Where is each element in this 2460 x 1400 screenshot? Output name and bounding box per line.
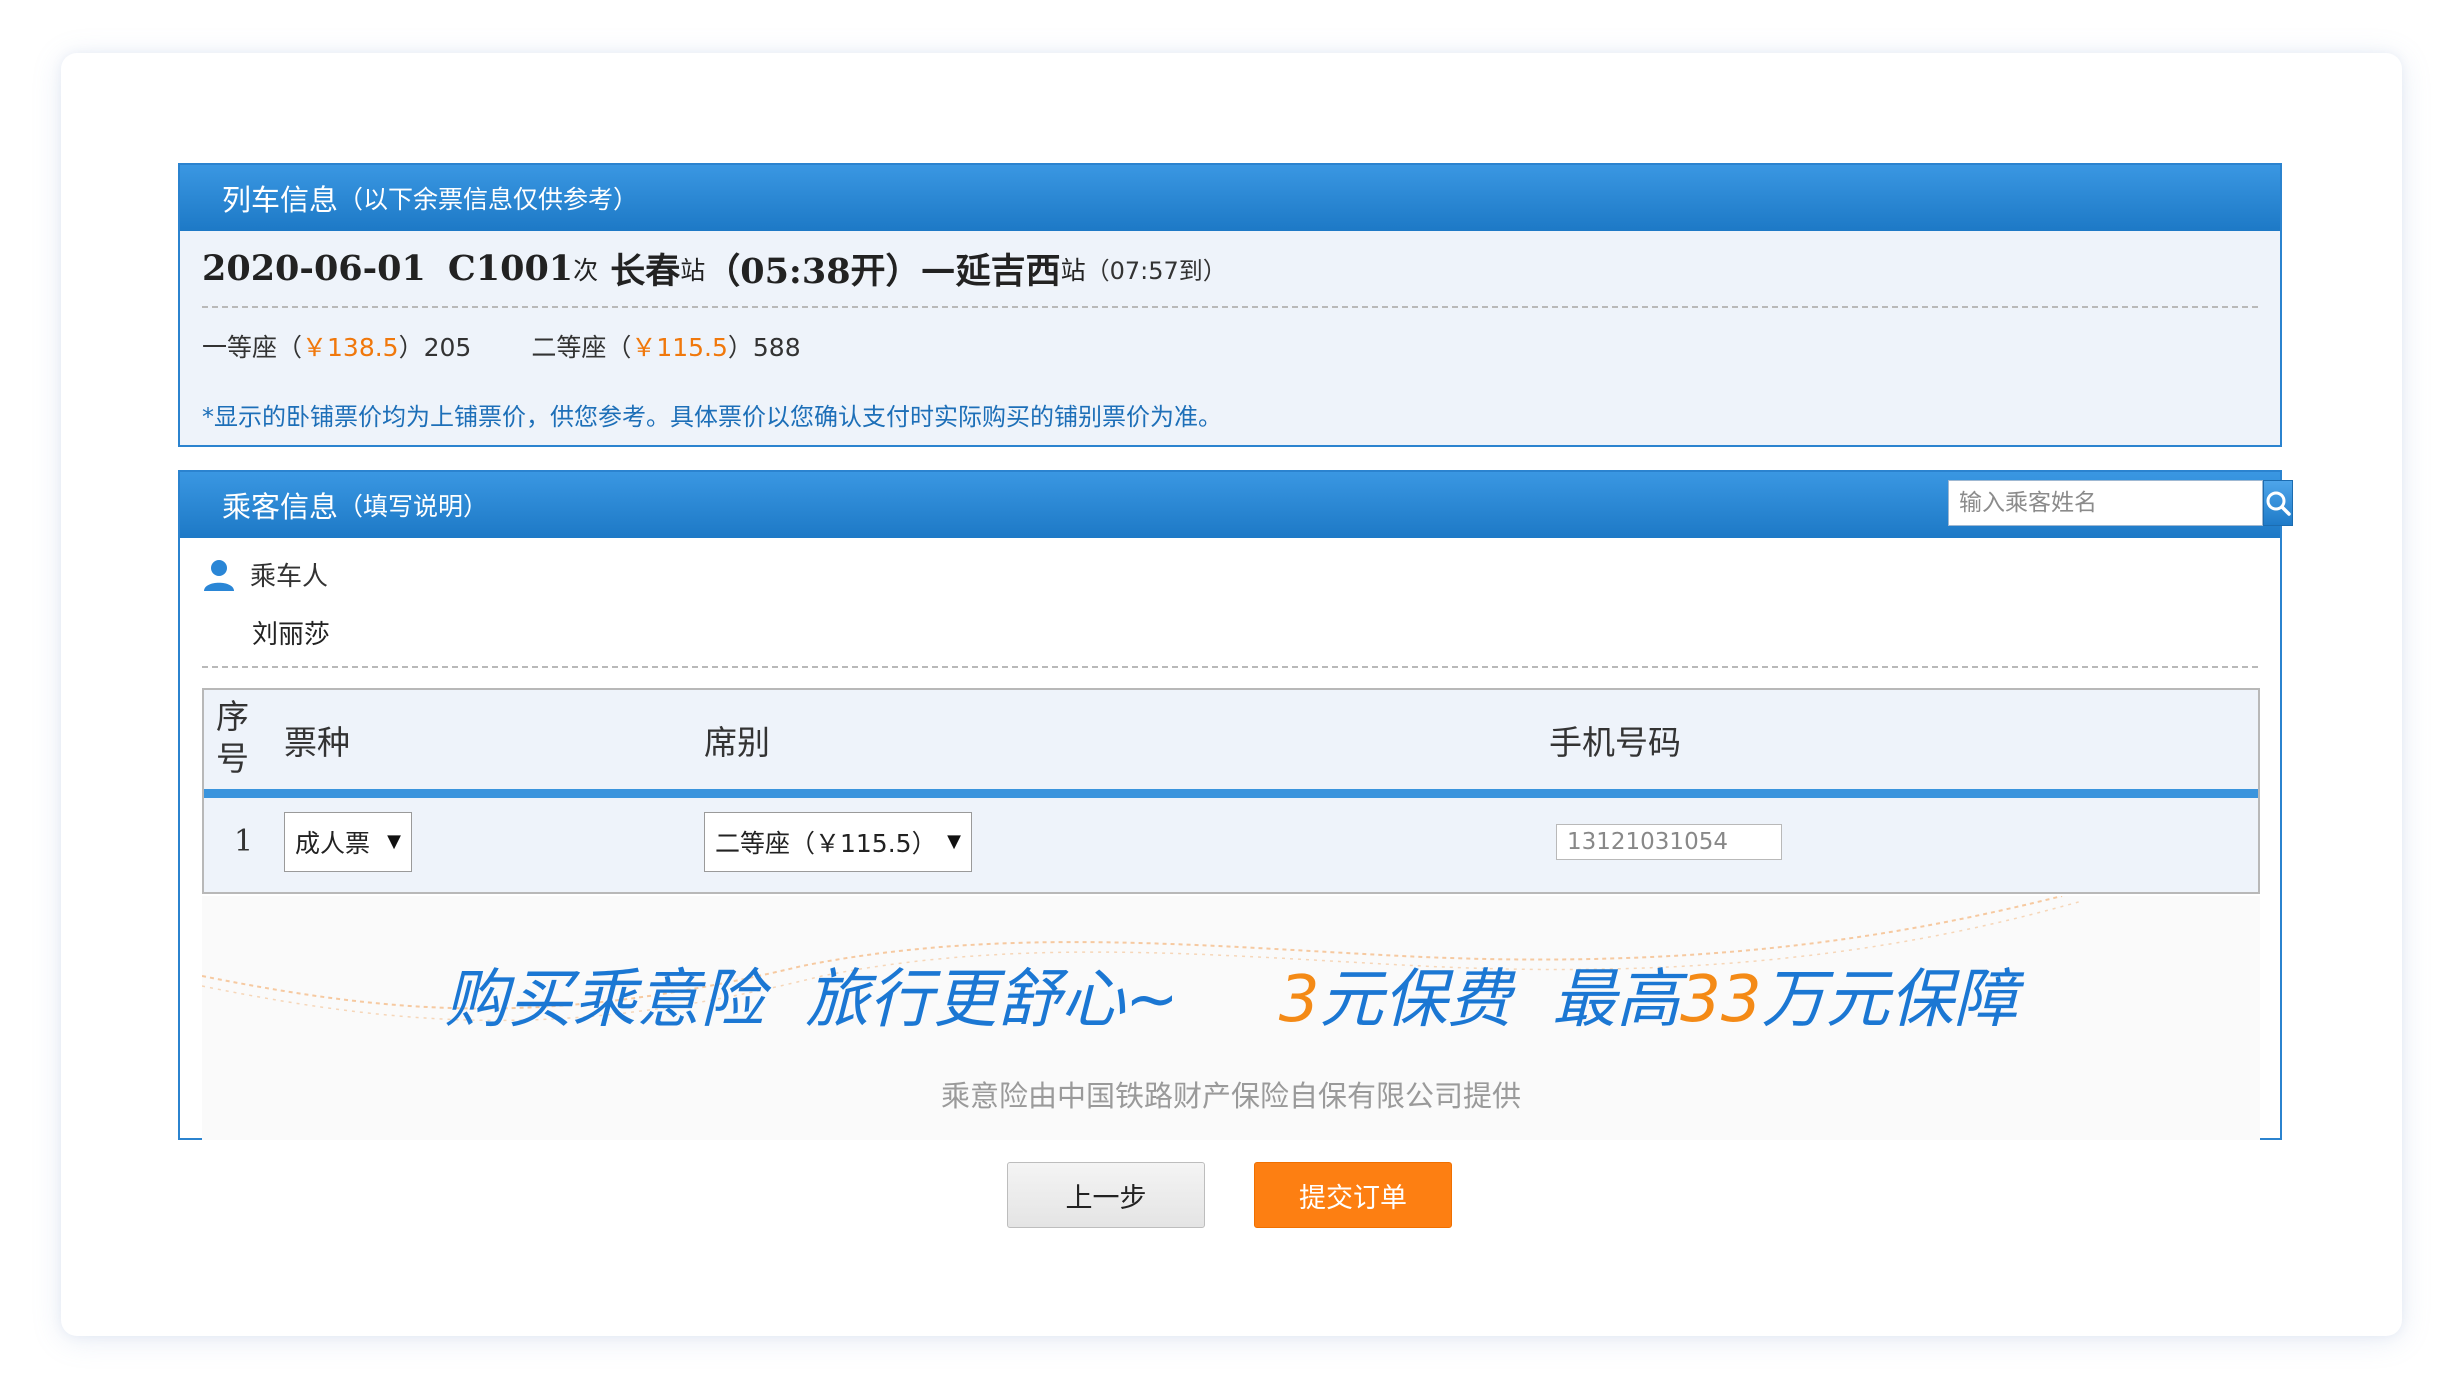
phone-field[interactable]: 13121031054 bbox=[1556, 823, 1782, 860]
passenger-info-header: 乘客信息 （填写说明） bbox=[180, 472, 2293, 538]
seat-first-class: 一等座（￥138.5）205 bbox=[202, 328, 471, 364]
passenger-info-title: 乘客信息 bbox=[222, 490, 339, 524]
seat-availability: 一等座（￥138.5）205 二等座（￥115.5）588 bbox=[202, 308, 2258, 384]
seat-class-value: 二等座（￥115.5） bbox=[715, 828, 937, 858]
header-ticket-type: 票种 bbox=[284, 722, 350, 762]
header-phone: 手机号码 bbox=[1549, 722, 1681, 762]
from-station: 长春 bbox=[610, 251, 681, 292]
train-suffix: 次 bbox=[573, 255, 599, 285]
user-icon bbox=[204, 559, 234, 591]
riders-label: 乘车人 bbox=[250, 562, 329, 592]
to-station: 延吉西 bbox=[955, 251, 1061, 292]
table-row: 1 成人票 ▼ 二等座（￥115.5） ▼ 13121031054 bbox=[204, 798, 2258, 885]
train-info-header: 列车信息 （以下余票信息仅供参考） bbox=[180, 165, 2280, 231]
rider-checkbox-liulisha[interactable]: 刘丽莎 bbox=[252, 614, 330, 651]
insurance-slogan: 购买乘意险 旅行更舒心~ 3元保费 最高33万元保障 bbox=[202, 948, 2260, 1040]
row-index: 1 bbox=[234, 824, 254, 859]
train-info-subtitle: （以下余票信息仅供参考） bbox=[338, 185, 639, 214]
header-seat-class: 席别 bbox=[704, 722, 770, 762]
passenger-search bbox=[1948, 480, 2293, 526]
seat-count: ）205 bbox=[398, 333, 472, 362]
header-index: 序号 bbox=[216, 697, 249, 778]
train-summary: 2020-06-01 C1001 次 长春 站 （05:38开） — 延吉西 站… bbox=[202, 231, 2258, 308]
depart-time: （05:38开） bbox=[705, 251, 921, 292]
seat-price: ￥115.5 bbox=[631, 333, 728, 362]
passenger-search-input[interactable] bbox=[1948, 480, 2263, 526]
slogan-number: 33 bbox=[1680, 963, 1762, 1037]
submit-order-button[interactable]: 提交订单 bbox=[1254, 1162, 1452, 1228]
price-note: *显示的卧铺票价均为上铺票价，供您参考。具体票价以您确认支付时实际购买的铺别票价… bbox=[202, 402, 1222, 431]
train-number: C1001 bbox=[447, 248, 574, 289]
riders-section: 乘车人 刘丽莎 bbox=[202, 538, 2258, 668]
to-station-suffix: 站 bbox=[1060, 255, 1086, 285]
passenger-info-panel: 乘客信息 （填写说明） 乘车人 刘丽莎 序号 票种 席别 手 bbox=[178, 470, 2293, 1140]
train-info-panel: 列车信息 （以下余票信息仅供参考） 2020-06-01 C1001 次 长春 … bbox=[178, 163, 2282, 447]
route-dash: — bbox=[920, 248, 956, 289]
search-icon bbox=[2266, 491, 2291, 516]
insurance-provider: 乘意险由中国铁路财产保险自保有限公司提供 bbox=[940, 1079, 1521, 1113]
passenger-table: 序号 票种 席别 手机号码 1 成人票 ▼ 二等座（￥115.5） ▼ 1312… bbox=[202, 688, 2260, 894]
slogan-part: 万元保障 bbox=[1761, 963, 2018, 1037]
chevron-down-icon: ▼ bbox=[947, 831, 961, 852]
seat-name: 一等座（ bbox=[202, 333, 303, 362]
arrive-time: （07:57到） bbox=[1085, 257, 1227, 285]
seat-count: ）588 bbox=[727, 333, 801, 362]
search-button[interactable] bbox=[2263, 480, 2293, 526]
fill-instructions-link[interactable]: （填写说明） bbox=[338, 487, 488, 523]
seat-price: ￥138.5 bbox=[302, 333, 399, 362]
insurance-banner[interactable]: 购买乘意险 旅行更舒心~ 3元保费 最高33万元保障 乘意险由中国铁路财产保险自保… bbox=[202, 896, 2260, 1140]
table-header: 序号 票种 席别 手机号码 bbox=[204, 690, 2258, 798]
ticket-type-value: 成人票 bbox=[295, 828, 371, 858]
train-date: 2020-06-01 bbox=[202, 248, 426, 289]
slogan-part: 元保费 最高 bbox=[1319, 963, 1681, 1037]
train-info-title: 列车信息 bbox=[222, 183, 339, 217]
seat-class-select[interactable]: 二等座（￥115.5） ▼ bbox=[704, 811, 972, 872]
chevron-down-icon: ▼ bbox=[387, 831, 401, 852]
slogan-number: 3 bbox=[1278, 963, 1320, 1037]
seat-second-class: 二等座（￥115.5）588 bbox=[531, 328, 800, 364]
ticket-type-select[interactable]: 成人票 ▼ bbox=[284, 811, 412, 872]
previous-step-button[interactable]: 上一步 bbox=[1007, 1162, 1205, 1228]
slogan-part: 购买乘意险 旅行更舒心~ bbox=[444, 963, 1179, 1037]
seat-name: 二等座（ bbox=[531, 333, 632, 362]
from-station-suffix: 站 bbox=[680, 255, 706, 285]
